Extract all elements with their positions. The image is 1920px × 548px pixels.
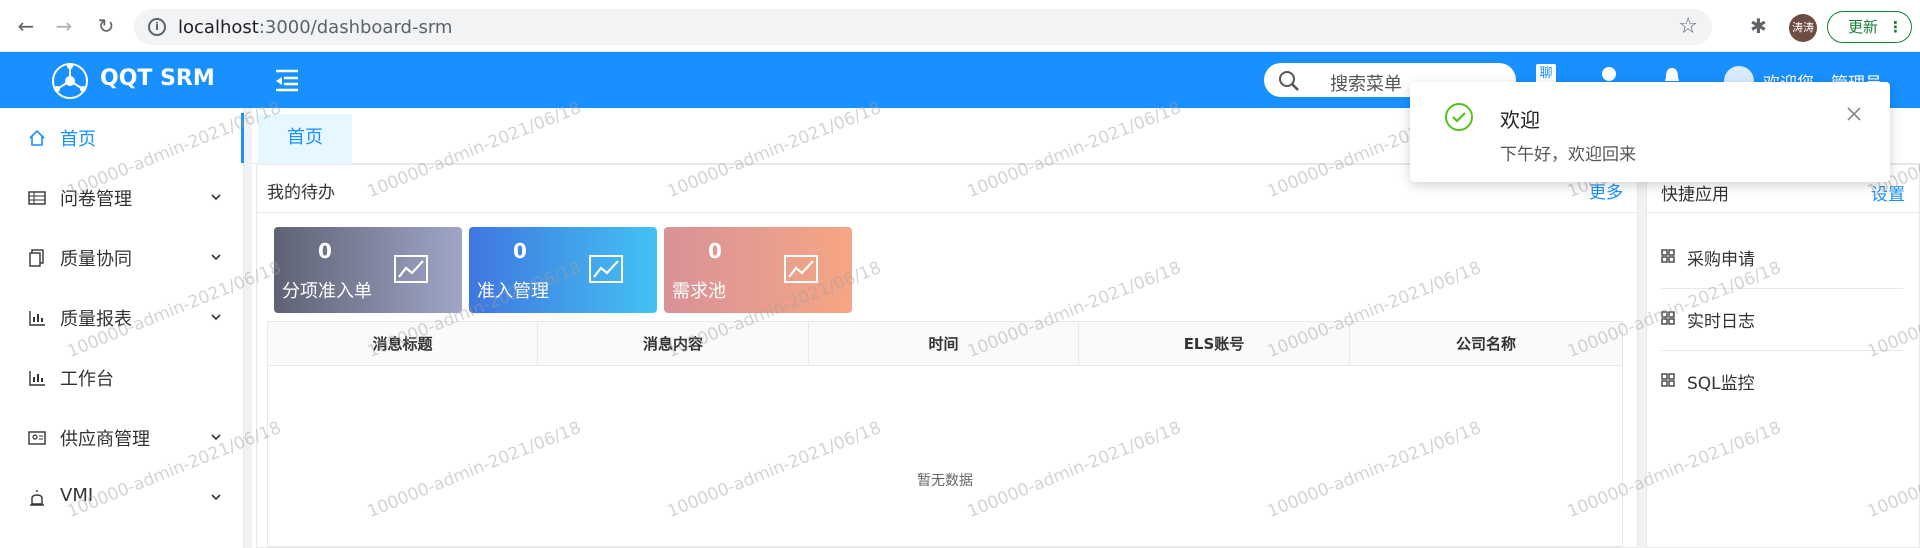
quick-item-label: 采购申请 — [1687, 250, 1755, 270]
column-header[interactable]: ELS账号 — [1079, 322, 1350, 366]
chevron-down-icon — [211, 434, 221, 441]
alarm-icon — [30, 490, 44, 506]
copy-icon — [29, 249, 44, 267]
app-grid-icon — [1661, 373, 1675, 387]
forward-icon[interactable]: → — [52, 14, 76, 38]
logo-icon — [52, 63, 88, 99]
success-check-icon — [1445, 103, 1473, 131]
card-count: 0 — [513, 239, 527, 263]
reload-icon[interactable]: ↻ — [94, 14, 118, 38]
sidebar-item-supplier[interactable]: 供应商管理 — [0, 413, 244, 463]
notification-description: 下午好，欢迎回来 — [1500, 145, 1636, 165]
quick-item-purchase-request[interactable]: 采购申请 — [1661, 227, 1903, 289]
quick-item-realtime-log[interactable]: 实时日志 — [1661, 289, 1903, 351]
card-label: 分项准入单 — [282, 281, 372, 302]
column-header[interactable]: 时间 — [809, 322, 1079, 366]
bookmark-star-icon[interactable]: ☆ — [1678, 14, 1698, 39]
card-count: 0 — [318, 239, 332, 263]
quick-apps-title: 快捷应用 — [1661, 185, 1729, 205]
column-header[interactable]: 公司名称 — [1350, 322, 1622, 366]
chevron-down-icon — [211, 194, 221, 201]
sidebar-item-label: 供应商管理 — [60, 429, 150, 450]
sidebar-item-label: 首页 — [60, 129, 96, 150]
sidebar-item-label: 质量协同 — [60, 249, 132, 270]
sidebar-item-vmi[interactable]: VMI — [0, 473, 244, 523]
quick-item-label: SQL监控 — [1687, 374, 1755, 394]
sidebar-item-questionnaire[interactable]: 问卷管理 — [0, 173, 244, 223]
todo-card-sub-access[interactable]: 0 分项准入单 — [274, 227, 462, 313]
search-placeholder: 搜索菜单 — [1330, 74, 1402, 95]
url-text: localhost:3000/dashboard-srm — [178, 17, 453, 38]
table-header: 消息标题 消息内容 时间 ELS账号 公司名称 — [268, 322, 1622, 366]
sidebar-item-quality-report[interactable]: 质量报表 — [0, 293, 244, 343]
menu-collapse-icon[interactable] — [274, 68, 300, 92]
browser-toolbar: ← → ↻ i localhost:3000/dashboard-srm ☆ ✱… — [0, 0, 1920, 52]
card-label: 准入管理 — [477, 281, 549, 302]
sidebar-divider — [244, 108, 252, 548]
line-chart-icon — [394, 255, 428, 283]
chevron-down-icon — [211, 254, 221, 261]
sidebar: 首页 问卷管理 质量协同 质量报表 工作台 供应商管理 VMI — [0, 108, 244, 548]
address-bar[interactable]: i localhost:3000/dashboard-srm ☆ — [134, 9, 1712, 45]
sidebar-item-label: VMI — [60, 485, 94, 506]
tab-home[interactable]: 首页 — [258, 114, 352, 164]
app-grid-icon — [1661, 311, 1675, 325]
update-button[interactable]: 更新 ⋮ — [1827, 11, 1912, 43]
card-label: 需求池 — [672, 281, 726, 302]
empty-state-text: 暂无数据 — [917, 473, 973, 489]
sidebar-item-label: 质量报表 — [60, 309, 132, 330]
site-info-icon[interactable]: i — [148, 18, 166, 36]
brand-name: QQT SRM — [100, 66, 215, 91]
todo-panel: 我的待办 更多 0 分项准入单 0 准入管理 0 需求池 消息标题 消息内容 时… — [256, 164, 1638, 548]
quick-apps-settings-link[interactable]: 设置 — [1871, 180, 1905, 205]
sidebar-item-quality-collab[interactable]: 质量协同 — [0, 233, 244, 283]
sidebar-item-label: 工作台 — [60, 369, 114, 390]
column-header[interactable]: 消息标题 — [268, 322, 538, 366]
welcome-notification: 欢迎 下午好，欢迎回来 — [1410, 82, 1890, 182]
browser-menu-icon[interactable]: ⋮ — [1888, 12, 1903, 42]
bar-chart-icon — [29, 311, 45, 326]
table-icon — [28, 191, 46, 205]
line-chart-icon — [589, 255, 623, 283]
chevron-down-icon — [211, 494, 221, 501]
extensions-icon[interactable]: ✱ — [1750, 14, 1767, 38]
sidebar-item-label: 问卷管理 — [60, 189, 132, 210]
todo-card-access[interactable]: 0 准入管理 — [469, 227, 657, 313]
search-icon — [1279, 71, 1299, 91]
panel-divider — [1638, 164, 1646, 548]
notification-title: 欢迎 — [1500, 108, 1540, 132]
sidebar-item-home[interactable]: 首页 — [0, 113, 244, 163]
app-grid-icon — [1661, 249, 1675, 263]
todo-card-demand-pool[interactable]: 0 需求池 — [664, 227, 852, 313]
todo-title: 我的待办 — [267, 183, 335, 203]
quick-apps-panel: 快捷应用 设置 采购申请 实时日志 SQL监控 — [1646, 164, 1920, 548]
back-icon[interactable]: ← — [14, 14, 38, 38]
sidebar-item-workbench[interactable]: 工作台 — [0, 353, 244, 403]
message-table: 消息标题 消息内容 时间 ELS账号 公司名称 暂无数据 — [267, 321, 1623, 547]
card-count: 0 — [708, 239, 722, 263]
profile-avatar[interactable]: 涛涛 — [1789, 14, 1817, 42]
id-card-icon — [28, 431, 46, 445]
close-icon[interactable] — [1846, 106, 1862, 122]
column-header[interactable]: 消息内容 — [538, 322, 809, 366]
bar-chart-icon — [29, 371, 45, 386]
home-icon — [29, 129, 45, 146]
quick-item-label: 实时日志 — [1687, 312, 1755, 332]
line-chart-icon — [784, 255, 818, 283]
chevron-down-icon — [211, 314, 221, 321]
quick-item-sql-monitor[interactable]: SQL监控 — [1661, 351, 1903, 413]
